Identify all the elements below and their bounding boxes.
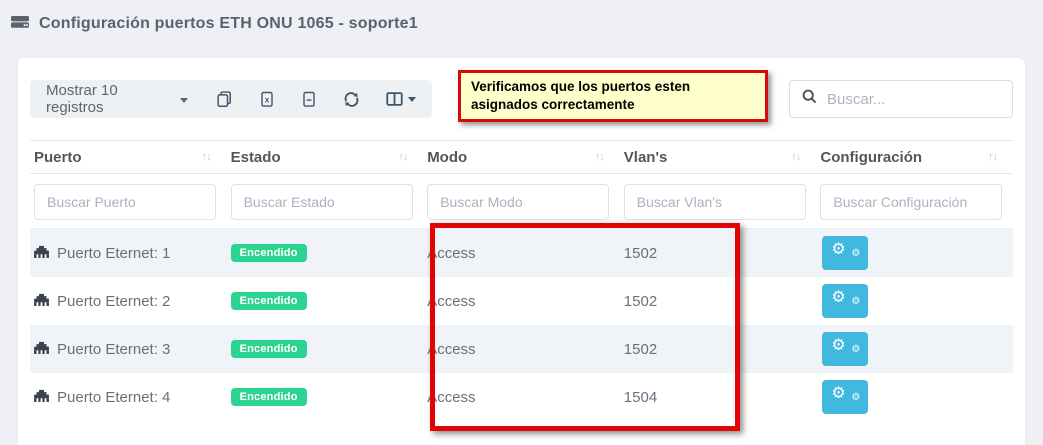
puerto-cell: Puerto Eternet: 4 bbox=[30, 389, 227, 406]
chevron-down-icon bbox=[408, 97, 416, 102]
status-badge: Encendido bbox=[231, 388, 307, 406]
column-header-estado[interactable]: Estado ↑↓ bbox=[227, 149, 424, 166]
estado-cell: Encendido bbox=[227, 292, 424, 310]
ethernet-port-icon bbox=[34, 293, 49, 310]
server-icon bbox=[10, 13, 30, 35]
toolbar-icons: x bbox=[216, 91, 416, 108]
gears-icon: ⚙ bbox=[831, 338, 845, 354]
excel-export-icon: x bbox=[259, 91, 275, 108]
toolbar-group: Mostrar 10 registros bbox=[30, 80, 432, 118]
sort-icon[interactable]: ↑↓ bbox=[398, 151, 407, 163]
configuracion-cell: ⚙ ⚙ bbox=[816, 284, 1013, 318]
filter-modo-input[interactable] bbox=[427, 184, 609, 220]
configuracion-cell: ⚙ ⚙ bbox=[816, 236, 1013, 270]
sort-icon[interactable]: ↑↓ bbox=[595, 151, 604, 163]
estado-cell: Encendido bbox=[227, 244, 424, 262]
puerto-label: Puerto Eternet: 1 bbox=[57, 245, 170, 262]
column-label: Configuración bbox=[820, 149, 922, 166]
gears-icon: ⚙ bbox=[831, 290, 845, 306]
column-header-puerto[interactable]: Puerto ↑↓ bbox=[30, 149, 227, 166]
configuracion-cell: ⚙ ⚙ bbox=[816, 332, 1013, 366]
annotation-note: Verificamos que los puertos esten asigna… bbox=[458, 70, 768, 122]
gears-icon: ⚙ bbox=[831, 386, 845, 402]
copy-button[interactable] bbox=[216, 91, 233, 108]
gears-icon: ⚙ bbox=[851, 345, 860, 355]
page: Configuración puertos ETH ONU 1065 - sop… bbox=[0, 0, 1043, 445]
chevron-down-icon bbox=[180, 98, 188, 103]
filter-configuracion-input[interactable] bbox=[820, 184, 1002, 220]
status-badge: Encendido bbox=[231, 340, 307, 358]
configure-port-button[interactable]: ⚙ ⚙ bbox=[822, 236, 868, 270]
column-label: Modo bbox=[427, 149, 467, 166]
column-header-configuracion[interactable]: Configuración ↑↓ bbox=[816, 149, 1013, 166]
copy-icon bbox=[216, 91, 233, 108]
highlight-rectangle bbox=[430, 223, 740, 431]
configure-port-button[interactable]: ⚙ ⚙ bbox=[822, 332, 868, 366]
records-per-page-label: Mostrar 10 registros bbox=[46, 82, 173, 116]
search-input[interactable] bbox=[827, 91, 1026, 108]
puerto-cell: Puerto Eternet: 2 bbox=[30, 293, 227, 310]
global-search[interactable] bbox=[789, 80, 1013, 118]
gears-icon: ⚙ bbox=[851, 249, 860, 259]
records-per-page-dropdown[interactable]: Mostrar 10 registros bbox=[46, 82, 188, 116]
gears-icon: ⚙ bbox=[851, 297, 860, 307]
puerto-cell: Puerto Eternet: 1 bbox=[30, 245, 227, 262]
gears-icon: ⚙ bbox=[831, 242, 845, 258]
gears-icon: ⚙ bbox=[851, 393, 860, 403]
search-icon bbox=[802, 89, 817, 109]
svg-text:x: x bbox=[265, 95, 270, 104]
puerto-cell: Puerto Eternet: 3 bbox=[30, 341, 227, 358]
ethernet-port-icon bbox=[34, 245, 49, 262]
puerto-label: Puerto Eternet: 4 bbox=[57, 389, 170, 406]
ethernet-port-icon bbox=[34, 389, 49, 406]
filter-vlans-input[interactable] bbox=[624, 184, 806, 220]
column-header-vlans[interactable]: Vlan's ↑↓ bbox=[620, 149, 817, 166]
table-header-row: Puerto ↑↓ Estado ↑↓ Modo ↑↓ Vlan's ↑↓ Co… bbox=[30, 140, 1013, 174]
page-title: Configuración puertos ETH ONU 1065 - sop… bbox=[39, 15, 418, 33]
estado-cell: Encendido bbox=[227, 388, 424, 406]
sort-icon[interactable]: ↑↓ bbox=[988, 151, 997, 163]
column-label: Puerto bbox=[34, 149, 82, 166]
configure-port-button[interactable]: ⚙ ⚙ bbox=[822, 380, 868, 414]
estado-cell: Encendido bbox=[227, 340, 424, 358]
refresh-button[interactable] bbox=[343, 91, 360, 108]
table-filter-row bbox=[30, 174, 1013, 229]
puerto-label: Puerto Eternet: 3 bbox=[57, 341, 170, 358]
column-label: Estado bbox=[231, 149, 281, 166]
column-visibility-icon bbox=[386, 91, 403, 107]
column-visibility-button[interactable] bbox=[386, 91, 416, 107]
file-export-button[interactable] bbox=[301, 91, 317, 108]
ethernet-port-icon bbox=[34, 341, 49, 358]
puerto-label: Puerto Eternet: 2 bbox=[57, 293, 170, 310]
sort-icon[interactable]: ↑↓ bbox=[202, 151, 211, 163]
page-header: Configuración puertos ETH ONU 1065 - sop… bbox=[0, 0, 1043, 35]
column-header-modo[interactable]: Modo ↑↓ bbox=[423, 149, 620, 166]
filter-estado-input[interactable] bbox=[231, 184, 413, 220]
file-export-icon bbox=[301, 91, 317, 108]
refresh-icon bbox=[343, 91, 360, 108]
status-badge: Encendido bbox=[231, 244, 307, 262]
configure-port-button[interactable]: ⚙ ⚙ bbox=[822, 284, 868, 318]
filter-puerto-input[interactable] bbox=[34, 184, 216, 220]
column-label: Vlan's bbox=[624, 149, 668, 166]
configuracion-cell: ⚙ ⚙ bbox=[816, 380, 1013, 414]
excel-export-button[interactable]: x bbox=[259, 91, 275, 108]
sort-icon[interactable]: ↑↓ bbox=[791, 151, 800, 163]
status-badge: Encendido bbox=[231, 292, 307, 310]
